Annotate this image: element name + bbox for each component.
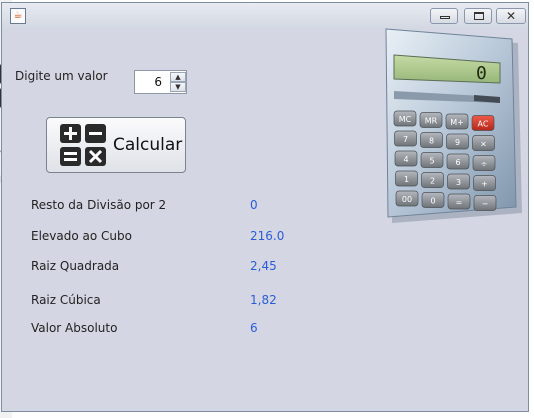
calculator-key-label: − bbox=[482, 200, 489, 209]
app-window: ☕ ✕ Digite um valor 6 ▲ ▼ Calcular Resto… bbox=[1, 2, 529, 412]
calculator-key-label: 9 bbox=[455, 138, 460, 147]
result-label-cube: Elevado ao Cubo bbox=[31, 229, 132, 243]
calculate-button-label: Calcular bbox=[113, 135, 183, 155]
calculator-key-label: M+ bbox=[450, 118, 464, 127]
calculator-key-label: 3 bbox=[456, 178, 461, 187]
calculator-key-label: 7 bbox=[403, 135, 408, 144]
result-label-cube-root: Raiz Cúbica bbox=[31, 293, 101, 307]
close-icon: ✕ bbox=[505, 9, 517, 23]
close-button[interactable]: ✕ bbox=[496, 8, 526, 24]
value-spinner[interactable]: 6 ▲ ▼ bbox=[134, 70, 187, 94]
calculator-key-label: 8 bbox=[429, 137, 434, 146]
minimize-icon bbox=[440, 16, 450, 19]
input-label: Digite um valor bbox=[15, 69, 108, 83]
calculator-display: 0 bbox=[476, 63, 487, 84]
result-value-cube: 216.0 bbox=[250, 229, 285, 243]
calculator-key-label: MR bbox=[425, 117, 438, 126]
result-value-absolute: 6 bbox=[250, 321, 258, 335]
result-label-square-root: Raiz Quadrada bbox=[31, 259, 120, 273]
spinner-up-button[interactable]: ▲ bbox=[170, 72, 186, 82]
calculator-key-label: + bbox=[481, 180, 488, 189]
calculator-key-label: 1 bbox=[404, 175, 409, 184]
calculator-key-label: 5 bbox=[429, 157, 434, 166]
calculator-image: 0 MC MR M+ AC7 8 9 ×4 5 6 ÷1 2 3 +00 0 = − bbox=[385, 28, 522, 223]
java-icon[interactable]: ☕ bbox=[10, 8, 26, 24]
calculator-key-label: AC bbox=[478, 120, 489, 129]
spinner-down-button[interactable]: ▼ bbox=[170, 82, 186, 92]
result-value-cube-root: 1,82 bbox=[250, 293, 277, 307]
minimize-button[interactable] bbox=[430, 8, 458, 24]
result-label-remainder: Resto da Divisão por 2 bbox=[31, 198, 167, 212]
maximize-button[interactable] bbox=[464, 8, 492, 24]
calculate-button[interactable]: Calcular bbox=[46, 117, 186, 173]
calculator-key-label: 00 bbox=[402, 195, 412, 204]
calculator-key-label: = bbox=[456, 198, 463, 207]
calculator-key-label: 2 bbox=[430, 177, 435, 186]
result-value-square-root: 2,45 bbox=[250, 259, 277, 273]
calculator-key-label: ÷ bbox=[481, 160, 488, 169]
value-input[interactable]: 6 bbox=[135, 71, 168, 93]
maximize-icon bbox=[474, 12, 484, 20]
calculator-key-label: 6 bbox=[455, 158, 460, 167]
calculator-key-label: 4 bbox=[403, 155, 408, 164]
calculator-operations-icon bbox=[60, 124, 106, 166]
result-label-absolute: Valor Absoluto bbox=[31, 321, 118, 335]
calculator-key-label: 0 bbox=[430, 197, 435, 206]
calculator-key-label: × bbox=[480, 140, 487, 149]
result-value-remainder: 0 bbox=[250, 198, 258, 212]
calculator-key-label: MC bbox=[399, 115, 412, 124]
